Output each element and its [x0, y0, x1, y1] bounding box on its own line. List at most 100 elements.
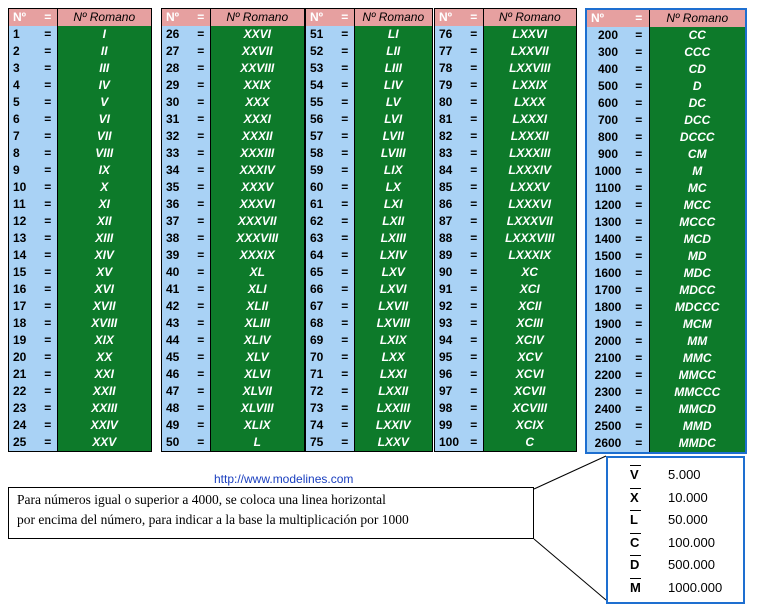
callout-line-1: Para números igual o superior a 4000, se… — [17, 492, 386, 507]
roman-numeral: LVII — [353, 128, 432, 145]
arabic-number: 84 — [435, 162, 465, 179]
table-row: 78 = LXXVIII — [435, 60, 576, 77]
arabic-number: 1 — [9, 26, 39, 43]
roman-numeral: LXXXVIII — [482, 230, 576, 247]
roman-numeral: V — [56, 94, 151, 111]
table-row: 700 = DCC — [587, 112, 745, 129]
header-number: Nº — [435, 9, 465, 26]
overline-bar — [630, 578, 641, 579]
arabic-number: 17 — [9, 298, 39, 315]
roman-numeral: MM — [648, 333, 745, 350]
header-equals: = — [39, 9, 57, 26]
overline-bar — [630, 487, 641, 489]
arabic-number: 41 — [162, 281, 192, 298]
equals-sign: = — [39, 417, 57, 434]
roman-letter: M — [630, 580, 641, 595]
equals-sign: = — [39, 349, 57, 366]
table-row: 67 = LXVII — [306, 298, 432, 315]
arabic-number: 1900 — [587, 316, 629, 333]
table-row: 38 = XXXVIII — [162, 230, 304, 247]
equals-sign: = — [39, 247, 57, 264]
arabic-number: 64 — [306, 247, 336, 264]
roman-numeral: LXXV — [353, 434, 432, 451]
equals-sign: = — [465, 383, 483, 400]
table-row: 25 = XXV — [9, 434, 151, 451]
equals-sign: = — [629, 61, 649, 78]
equals-sign: = — [629, 95, 649, 112]
roman-numeral: LXXXII — [482, 128, 576, 145]
overline-bar — [630, 510, 641, 512]
website-link[interactable]: http://www.modelines.com — [214, 472, 353, 486]
equals-sign: = — [192, 434, 210, 451]
roman-table-1: Nº = Nº Romano 1 = I 2 = II 3 = III 4 = IV 5 = V 6 = VI 7 = VII… — [8, 8, 152, 452]
arabic-number: 5 — [9, 94, 39, 111]
table-row: 63 = LXIII — [306, 230, 432, 247]
equals-sign: = — [39, 196, 57, 213]
equals-sign: = — [192, 332, 210, 349]
equals-sign: = — [629, 27, 649, 44]
table-row: 100 = C — [435, 434, 576, 451]
arabic-number: 52 — [306, 43, 336, 60]
equals-sign: = — [39, 281, 57, 298]
arabic-number: 200 — [587, 27, 629, 44]
equals-sign: = — [465, 247, 483, 264]
arabic-number: 69 — [306, 332, 336, 349]
equals-sign: = — [336, 94, 354, 111]
roman-numeral: XCVII — [482, 383, 576, 400]
roman-numeral: LXI — [353, 196, 432, 213]
arabic-number: 74 — [306, 417, 336, 434]
overlined-roman-symbol: M — [630, 578, 646, 595]
roman-numeral: XCVI — [482, 366, 576, 383]
arabic-number: 1400 — [587, 231, 629, 248]
roman-numeral: LXXVI — [482, 26, 576, 43]
roman-letter: L — [630, 512, 638, 528]
header-row: Nº = Nº Romano — [306, 9, 432, 26]
table-row: 21 = XXI — [9, 366, 151, 383]
overlined-roman-symbol: X — [630, 487, 646, 505]
equals-sign: = — [629, 333, 649, 350]
roman-numeral: XLIV — [209, 332, 304, 349]
roman-letter: C — [630, 534, 640, 550]
arabic-number: 2500 — [587, 418, 629, 435]
roman-numeral: I — [56, 26, 151, 43]
roman-numeral: MCC — [648, 197, 745, 214]
table-row: 5 = V — [9, 94, 151, 111]
arabic-number: 68 — [306, 315, 336, 332]
table-row: 58 = LVIII — [306, 145, 432, 162]
table-row: 80 = LXXX — [435, 94, 576, 111]
equals-sign: = — [465, 94, 483, 111]
arabic-number: 1300 — [587, 214, 629, 231]
arabic-number: 12 — [9, 213, 39, 230]
equals-sign: = — [192, 281, 210, 298]
equals-sign: = — [465, 43, 483, 60]
roman-numeral: XXXVII — [209, 213, 304, 230]
roman-numeral: D — [648, 78, 745, 95]
arabic-number: 1200 — [587, 197, 629, 214]
equals-sign: = — [465, 60, 483, 77]
table-row: 1 = I — [9, 26, 151, 43]
roman-numeral: LVI — [353, 111, 432, 128]
arabic-number: 2600 — [587, 435, 629, 452]
callout-note: Para números igual o superior a 4000, se… — [8, 487, 534, 539]
roman-numeral: LXXX — [482, 94, 576, 111]
roman-numeral: IV — [56, 77, 151, 94]
equals-sign: = — [336, 332, 354, 349]
arabic-number: 35 — [162, 179, 192, 196]
table-row: 1000 = M — [587, 163, 745, 180]
table-row: 2 = II — [9, 43, 151, 60]
roman-numeral: LXIV — [353, 247, 432, 264]
table-row: 46 = XLVI — [162, 366, 304, 383]
equals-sign: = — [465, 196, 483, 213]
roman-numeral: XIV — [56, 247, 151, 264]
large-number-value: 1000.000 — [668, 580, 723, 595]
arabic-number: 500 — [587, 78, 629, 95]
table-row: 65 = LXV — [306, 264, 432, 281]
roman-numeral: VII — [56, 128, 151, 145]
roman-table-5: Nº = Nº Romano 200 = CC 300 = CCC 400 = CD 500 = D 600 =… — [585, 8, 747, 454]
equals-sign: = — [39, 315, 57, 332]
equals-sign: = — [465, 128, 483, 145]
arabic-number: 26 — [162, 26, 192, 43]
arabic-number: 38 — [162, 230, 192, 247]
roman-numeral: CC — [648, 27, 745, 44]
equals-sign: = — [629, 384, 649, 401]
